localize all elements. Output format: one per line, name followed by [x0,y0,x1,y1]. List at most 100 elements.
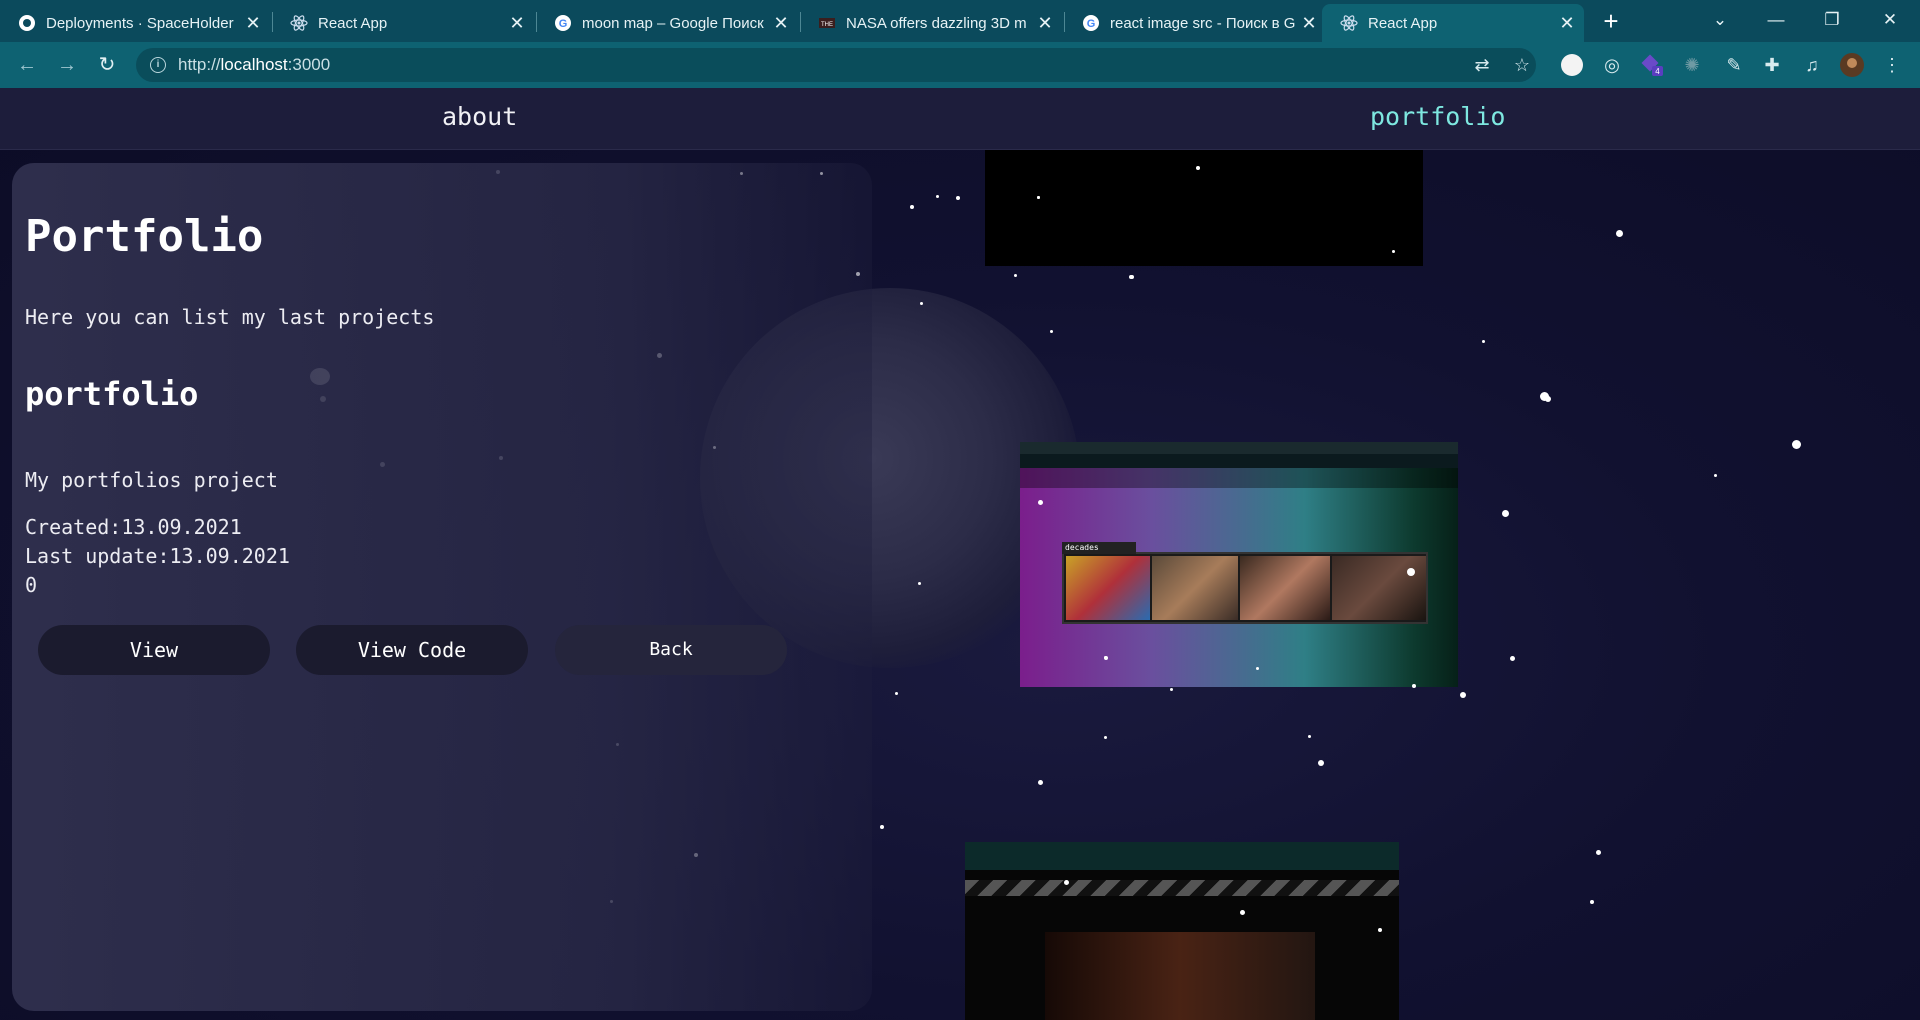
star [1502,510,1509,517]
back-arrow-icon[interactable]: ← [12,50,42,80]
star [1407,568,1415,576]
star [1545,396,1551,402]
svg-text:G: G [1087,18,1096,30]
svg-text:G: G [559,18,568,30]
restore-button[interactable]: ❐ [1812,4,1852,36]
star [956,196,960,200]
close-tab-icon[interactable]: ✕ [506,13,528,34]
star [895,692,898,695]
media-controls-icon[interactable]: ♫ [1800,53,1824,77]
project-title: portfolio [25,375,199,413]
back-button[interactable]: Back [555,625,787,675]
close-window-button[interactable]: ✕ [1870,4,1910,36]
star [1038,500,1043,505]
page-title: Portfolio [25,211,264,262]
tab-search-icon[interactable]: ⌄ [1700,4,1740,36]
project-created-date: Created:13.09.2021 [25,515,242,539]
reload-icon[interactable]: ↻ [92,50,122,80]
star [1256,667,1259,670]
close-tab-icon[interactable]: ✕ [242,13,264,34]
browser-tab-active[interactable]: React App ✕ [1322,4,1584,42]
star [1104,656,1107,659]
star [1714,474,1717,477]
preview-stripe [965,880,1399,896]
avatar[interactable] [1840,53,1864,77]
star [1104,736,1107,739]
nav-link-portfolio[interactable]: portfolio [1370,102,1505,131]
close-tab-icon[interactable]: ✕ [1298,13,1320,34]
react-icon [1340,14,1358,32]
star [920,302,923,305]
preview-window-title: decades [1062,542,1136,554]
preview-header [965,842,1399,870]
star [1378,928,1382,932]
star [1170,688,1173,691]
react-icon [290,14,308,32]
svg-text:4: 4 [1655,67,1660,76]
view-code-button[interactable]: View Code [296,625,528,675]
browser-tabstrip: Deployments · SpaceHolder ✕ React App ✕ … [0,0,1920,42]
url-text: http://localhost:3000 [178,55,331,74]
star [1392,250,1395,253]
star [1050,330,1053,333]
preview-tabbar [1020,442,1458,454]
star [1412,684,1416,688]
star [1482,340,1485,343]
preview-thumbnail [1152,556,1238,620]
news-icon: THE [818,14,836,32]
browser-tab[interactable]: THE NASA offers dazzling 3D m ✕ [800,4,1062,42]
star [936,195,939,198]
star [1590,900,1594,904]
extension-target-icon[interactable]: ◎ [1600,53,1624,77]
extension-badge-icon[interactable]: 4 [1640,53,1664,77]
view-button[interactable]: View [38,625,270,675]
browser-tab[interactable]: G react image src - Поиск в G ✕ [1064,4,1326,42]
preview-navbar [1020,468,1458,488]
translate-icon[interactable]: ⇄ [1470,53,1494,77]
forward-arrow-icon[interactable]: → [52,50,82,80]
browser-tab[interactable]: G moon map – Google Поиск ✕ [536,4,798,42]
nav-link-about[interactable]: about [442,102,517,131]
preview-thumbnail [1240,556,1330,620]
star [1318,760,1324,766]
star [918,582,921,585]
bookmark-star-icon[interactable]: ☆ [1510,53,1534,77]
star [1196,166,1200,170]
menu-dots-icon[interactable]: ⋮ [1880,53,1904,77]
project-preview-image: decades [1020,442,1458,687]
extension-bug-icon[interactable]: ✺ [1680,53,1704,77]
star [1510,656,1515,661]
extension-pen-icon[interactable]: ✎ [1722,53,1746,77]
close-tab-icon[interactable]: ✕ [770,13,792,34]
new-tab-button[interactable]: + [1596,6,1626,36]
browser-tab[interactable]: React App ✕ [272,4,534,42]
site-navbar: about portfolio [0,88,1920,150]
project-updated-date: Last update:13.09.2021 [25,544,290,568]
star [1460,692,1466,698]
star [1014,274,1017,277]
svg-text:THE: THE [821,22,833,28]
close-tab-icon[interactable]: ✕ [1556,13,1578,34]
project-description: My portfolios project [25,468,278,492]
browser-toolbar: ← → ↻ i http://localhost:3000 ⇄ ☆ ◎ 4 ✺ … [0,42,1920,88]
star [910,205,914,209]
address-bar[interactable]: i http://localhost:3000 [136,48,1536,82]
minimize-button[interactable]: — [1756,4,1796,36]
star [1596,850,1601,855]
star [1037,196,1040,199]
site-info-icon[interactable]: i [150,57,166,73]
preview-thumbnail [1332,556,1426,620]
preview-addressbar [1020,454,1458,468]
google-icon: G [554,14,572,32]
extension-circle-icon[interactable] [1560,53,1584,77]
extensions-puzzle-icon[interactable]: ✚ [1760,53,1784,77]
star [1616,230,1623,237]
browser-tab[interactable]: Deployments · SpaceHolder ✕ [0,4,270,42]
star [1240,910,1245,915]
star [1308,735,1311,738]
star [1130,275,1134,279]
star [1792,440,1801,449]
close-tab-icon[interactable]: ✕ [1034,13,1056,34]
star [1064,880,1069,885]
portfolio-card: Portfolio Here you can list my last proj… [12,163,872,1011]
